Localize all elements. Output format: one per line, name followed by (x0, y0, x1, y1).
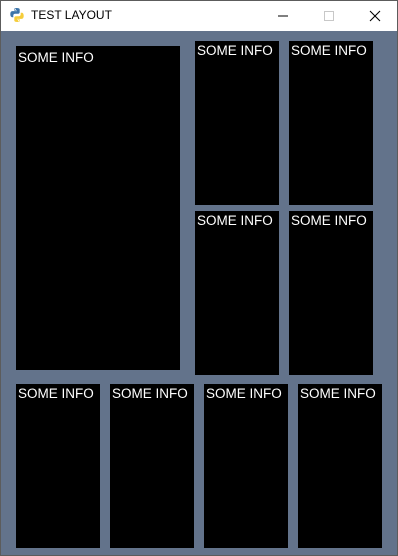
close-button[interactable] (352, 1, 398, 31)
info-panel-bottom-2: SOME INFO (110, 384, 194, 548)
minimize-button[interactable] (260, 1, 306, 31)
panel-label: SOME INFO (291, 213, 367, 228)
maximize-icon (324, 11, 334, 21)
window-title: TEST LAYOUT (31, 8, 112, 22)
info-panel-bottom-1: SOME INFO (16, 384, 100, 548)
panel-label: SOME INFO (300, 386, 376, 401)
panel-label: SOME INFO (18, 386, 94, 401)
info-panel-large: SOME INFO (16, 46, 180, 370)
panel-label: SOME INFO (197, 213, 273, 228)
panel-label: SOME INFO (18, 50, 94, 65)
info-panel-bottom-3: SOME INFO (204, 384, 288, 548)
python-icon (9, 7, 25, 23)
panel-label: SOME INFO (291, 43, 367, 58)
panel-label: SOME INFO (197, 43, 273, 58)
panel-label: SOME INFO (206, 386, 282, 401)
title-bar[interactable]: TEST LAYOUT (1, 1, 397, 31)
info-panel-bottom-4: SOME INFO (298, 384, 382, 548)
info-panel-top-2: SOME INFO (289, 41, 373, 205)
minimize-icon (278, 15, 288, 17)
info-panel-top-1: SOME INFO (195, 41, 279, 205)
panel-label: SOME INFO (112, 386, 188, 401)
close-icon (369, 10, 381, 22)
maximize-button[interactable] (306, 1, 352, 31)
info-panel-mid-1: SOME INFO (195, 211, 279, 375)
info-panel-mid-2: SOME INFO (289, 211, 373, 375)
app-window: TEST LAYOUT SOME INFO SOME INFO SOME INF… (0, 0, 398, 556)
